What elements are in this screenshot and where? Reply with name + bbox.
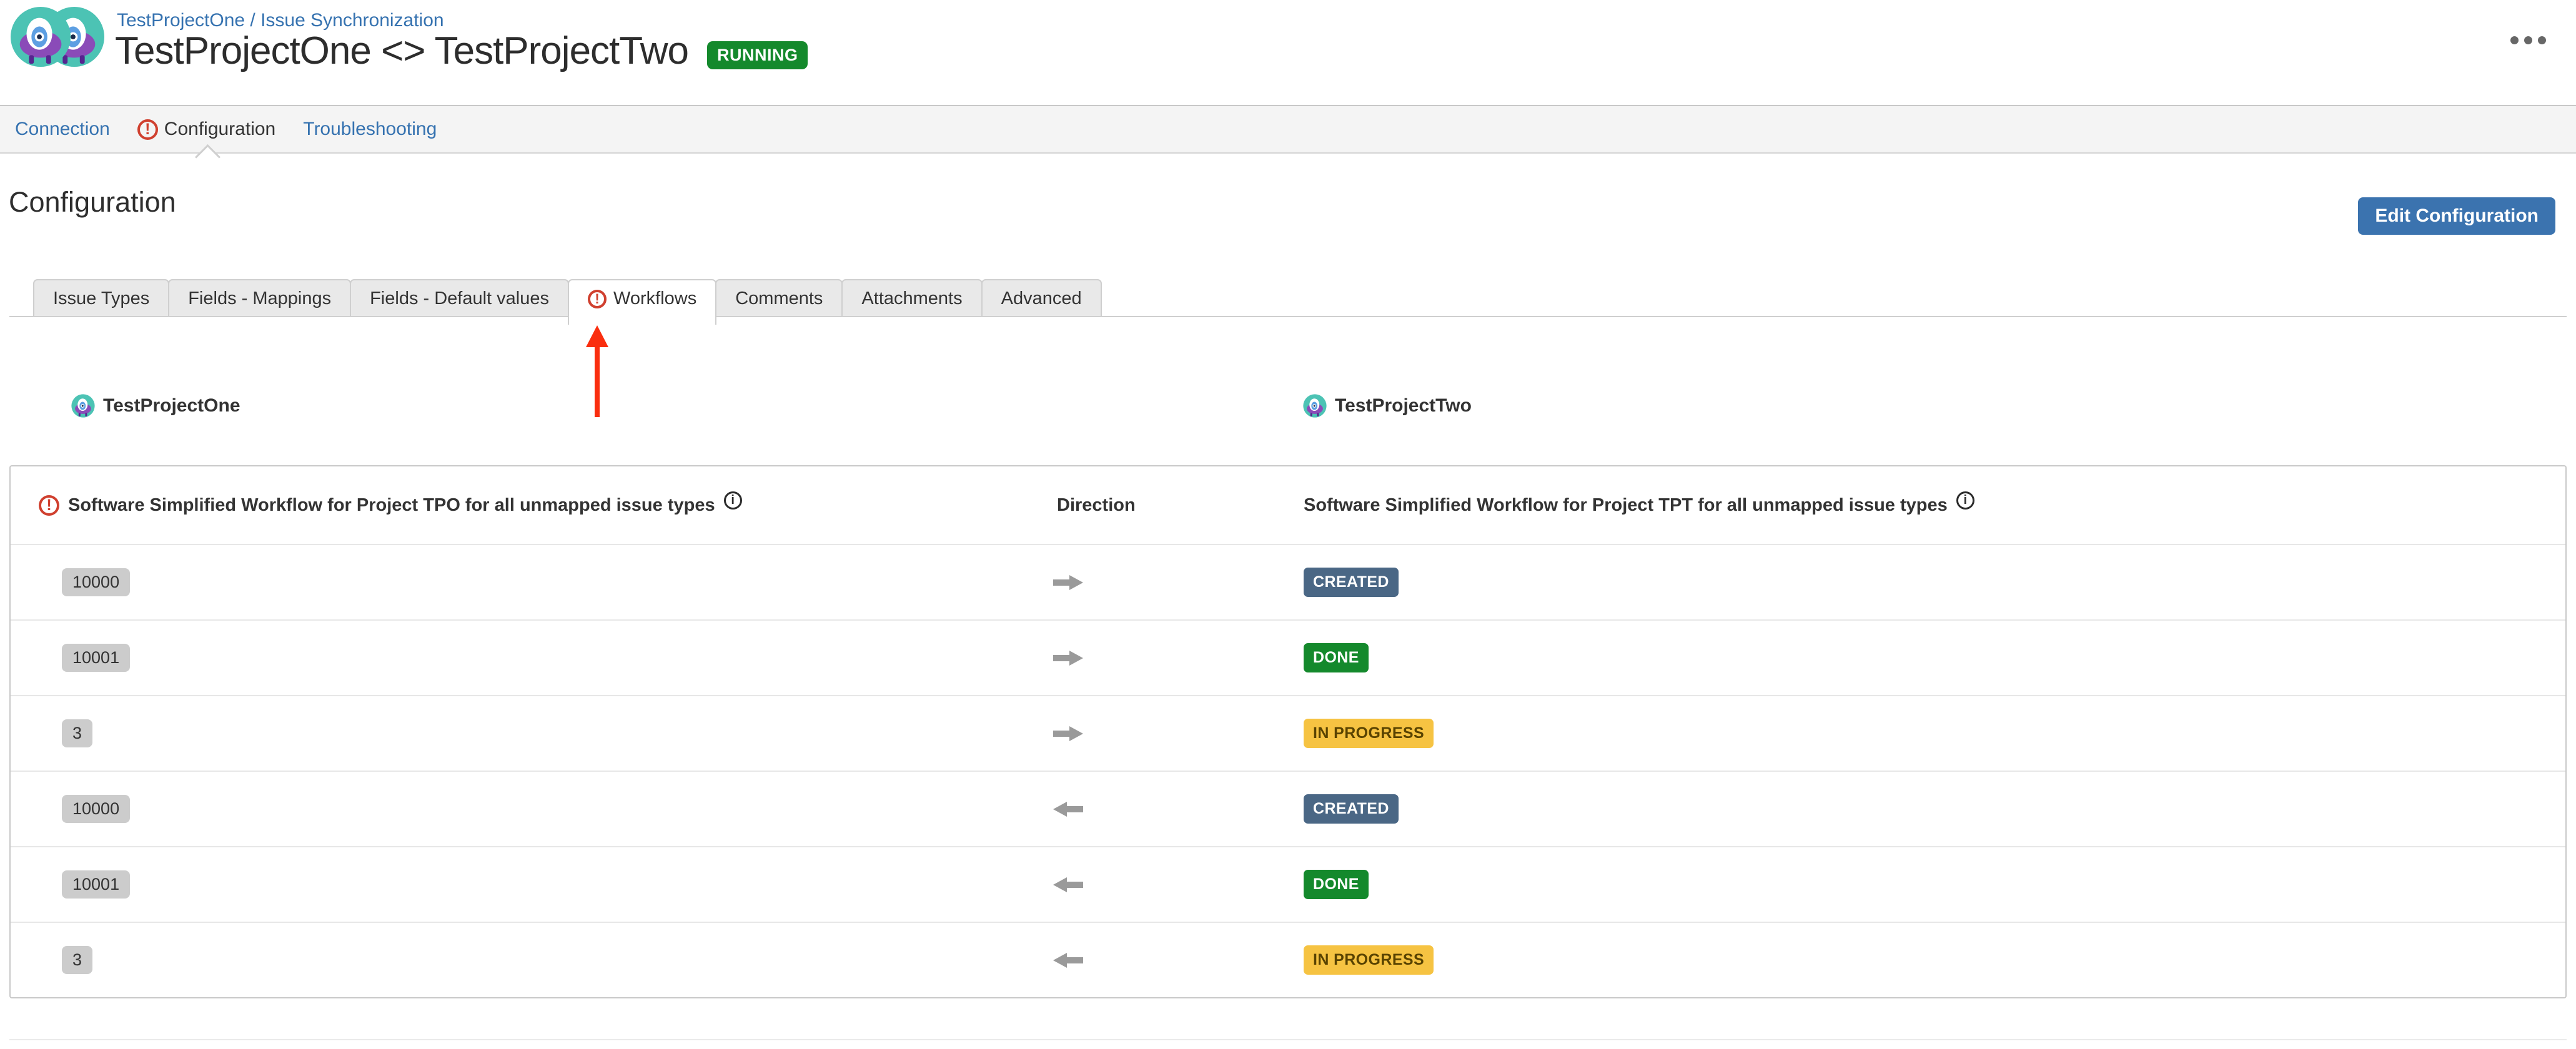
workflow-mapping-row: 10001 DONE [11, 619, 2565, 695]
project-avatar-icon [1303, 394, 1327, 418]
table-header-row: Software Simplified Workflow for Project… [11, 466, 2565, 544]
workflow-mapping-row: 3 IN PROGRESS [11, 922, 2565, 997]
sync-status-badge: RUNNING [707, 41, 808, 69]
target-status-badge: IN PROGRESS [1304, 945, 1434, 975]
more-actions-button[interactable] [2505, 31, 2551, 49]
nav-item-label: Connection [15, 119, 110, 140]
project-header-left: TestProjectOne [71, 394, 240, 418]
nav-item-label: Configuration [164, 119, 275, 140]
section-nav: Connection Configuration Troubleshooting [0, 105, 2576, 154]
tab-comments[interactable]: Comments [715, 279, 843, 317]
source-status-pill: 10001 [62, 870, 130, 899]
project-avatar-icon [71, 394, 95, 418]
footer-divider [9, 1039, 2567, 1040]
tab-issue-types[interactable]: Issue Types [33, 279, 169, 317]
nav-item-troubleshooting[interactable]: Troubleshooting [303, 106, 437, 152]
project-name: TestProjectOne [103, 395, 240, 416]
tab-attachments[interactable]: Attachments [841, 279, 982, 317]
ellipsis-icon [2538, 36, 2546, 44]
direction-header: Direction [1057, 495, 1136, 516]
tabs-baseline [9, 316, 2567, 317]
workflow-mapping-row: 10000 CREATED [11, 544, 2565, 619]
project-header-right: TestProjectTwo [1303, 394, 1472, 418]
source-status-pill: 10000 [62, 568, 130, 596]
page-heading: Configuration [9, 186, 176, 219]
tab-label: Workflows [613, 288, 696, 309]
error-icon [39, 495, 59, 516]
tab-label: Issue Types [53, 288, 149, 309]
direction-arrow-right-icon [1053, 725, 1083, 742]
nav-item-connection[interactable]: Connection [15, 106, 110, 152]
tab-label: Comments [735, 288, 823, 309]
direction-arrow-right-icon [1053, 649, 1083, 667]
workflow-mapping-row: 10001 DONE [11, 846, 2565, 922]
tab-fields-default-values[interactable]: Fields - Default values [350, 279, 569, 317]
edit-configuration-button[interactable]: Edit Configuration [2358, 197, 2555, 235]
workflow-mapping-row: 10000 CREATED [11, 771, 2565, 846]
exalate-sync-logo-icon [10, 5, 105, 69]
ellipsis-icon [2524, 36, 2532, 44]
tab-label: Fields - Mappings [188, 288, 331, 309]
source-status-pill: 3 [62, 719, 92, 747]
tab-label: Fields - Default values [370, 288, 549, 309]
direction-arrow-left-icon [1053, 952, 1083, 969]
nav-item-label: Troubleshooting [303, 119, 437, 140]
tab-label: Attachments [861, 288, 962, 309]
target-workflow-header: Software Simplified Workflow for Project… [1304, 495, 1948, 516]
source-status-pill: 10000 [62, 795, 130, 823]
target-status-badge: DONE [1304, 870, 1369, 899]
issue-sync-configuration-page: TestProjectOne / Issue Synchronization T… [0, 0, 2576, 1049]
title-row: TestProjectOne <> TestProjectTwo RUNNING [115, 29, 808, 73]
tab-label: Advanced [1001, 288, 1082, 309]
direction-arrow-left-icon [1053, 876, 1083, 894]
info-icon[interactable] [1956, 491, 1974, 510]
tab-advanced[interactable]: Advanced [981, 279, 1102, 317]
info-icon[interactable] [724, 491, 742, 510]
target-status-badge: CREATED [1304, 568, 1399, 597]
direction-arrow-right-icon [1053, 574, 1083, 591]
target-status-badge: DONE [1304, 643, 1369, 672]
direction-arrow-left-icon [1053, 800, 1083, 818]
source-status-pill: 10001 [62, 644, 130, 672]
page-title: TestProjectOne <> TestProjectTwo [115, 29, 688, 73]
nav-item-configuration[interactable]: Configuration [137, 106, 275, 152]
target-status-badge: CREATED [1304, 794, 1399, 824]
project-name: TestProjectTwo [1335, 395, 1472, 416]
annotation-arrow-icon [585, 325, 610, 418]
source-workflow-header: Software Simplified Workflow for Project… [68, 495, 715, 516]
tab-fields-mappings[interactable]: Fields - Mappings [168, 279, 351, 317]
target-status-badge: IN PROGRESS [1304, 719, 1434, 748]
error-icon [588, 290, 607, 308]
header: TestProjectOne / Issue Synchronization T… [0, 0, 2576, 105]
error-icon [137, 119, 158, 140]
configuration-tabs: Issue Types Fields - Mappings Fields - D… [9, 279, 2567, 326]
ellipsis-icon [2510, 36, 2519, 44]
source-status-pill: 3 [62, 946, 92, 974]
breadcrumb[interactable]: TestProjectOne / Issue Synchronization [117, 10, 444, 31]
workflow-mapping-table: Software Simplified Workflow for Project… [9, 465, 2567, 998]
tab-workflows[interactable]: Workflows [568, 279, 716, 325]
workflow-mapping-row: 3 IN PROGRESS [11, 695, 2565, 771]
